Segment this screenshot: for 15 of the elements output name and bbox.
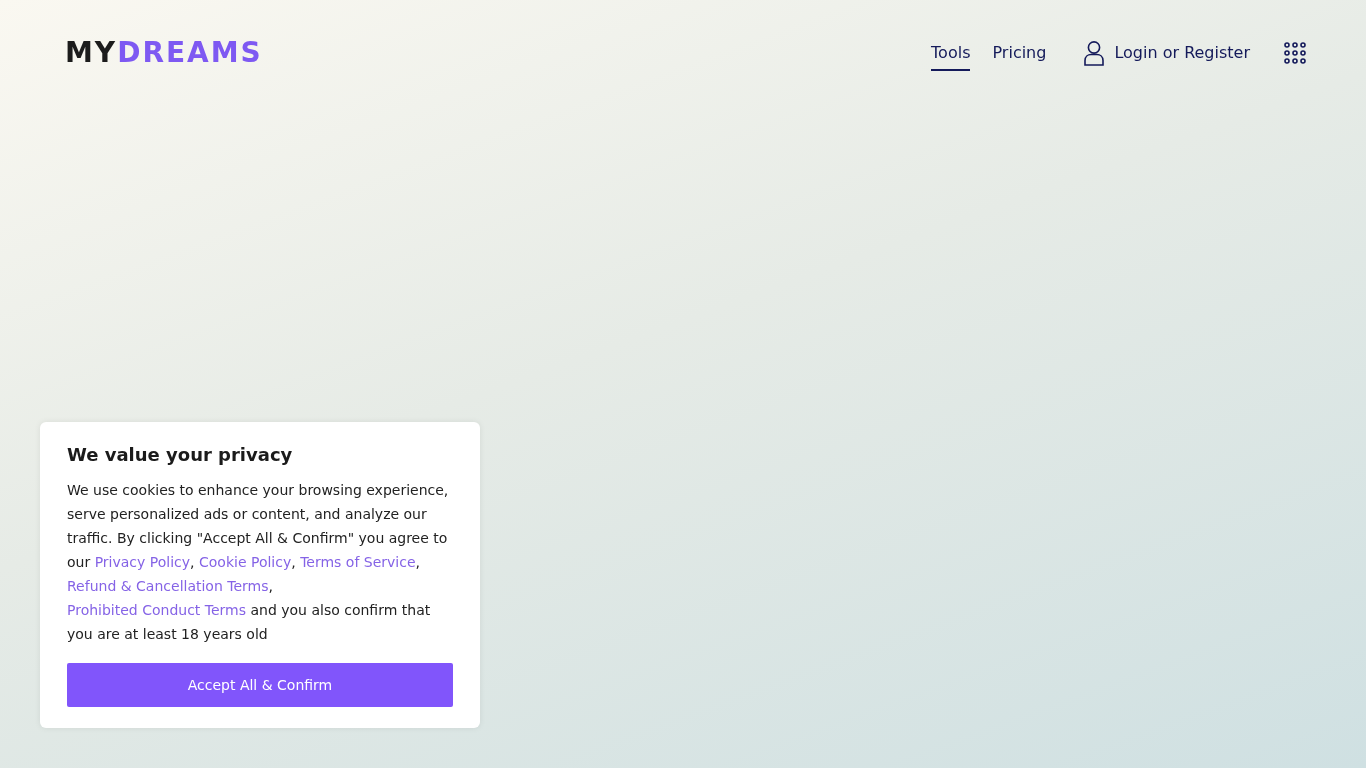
banner-text: We use cookies to enhance your browsing experience, serve personalized ads or content, and analyze our traffic. By clicking "Accept All & Confirm" you agree to our Privacy Policy, Cookie Policy, Terms of Service, Refund & Cancellation Terms, Prohibited Conduct Terms and you also confirm that you are at least 18 years old — [67, 481, 450, 644]
banner-title: We value your privacy — [67, 443, 294, 467]
user-icon — [1084, 40, 1105, 66]
policy-link[interactable]: Refund & Cancellation Terms — [67, 578, 269, 594]
policy-link[interactable]: Terms of Service — [300, 554, 416, 570]
policy-link[interactable]: Privacy Policy — [94, 554, 191, 570]
logo[interactable]: MYDREAMS — [65, 39, 263, 67]
login-link[interactable]: Login or Register — [1084, 40, 1250, 66]
apps-menu-button[interactable] — [1284, 42, 1306, 64]
nav-tab[interactable]: Pricing — [992, 35, 1047, 71]
policy-link[interactable]: Prohibited Conduct Terms — [67, 602, 247, 618]
nav-tab[interactable]: Tools — [931, 35, 971, 71]
policy-link[interactable]: Cookie Policy — [199, 554, 292, 570]
accept-button[interactable]: Accept All & Confirm — [67, 663, 453, 707]
grid-dots-icon — [1284, 42, 1306, 64]
